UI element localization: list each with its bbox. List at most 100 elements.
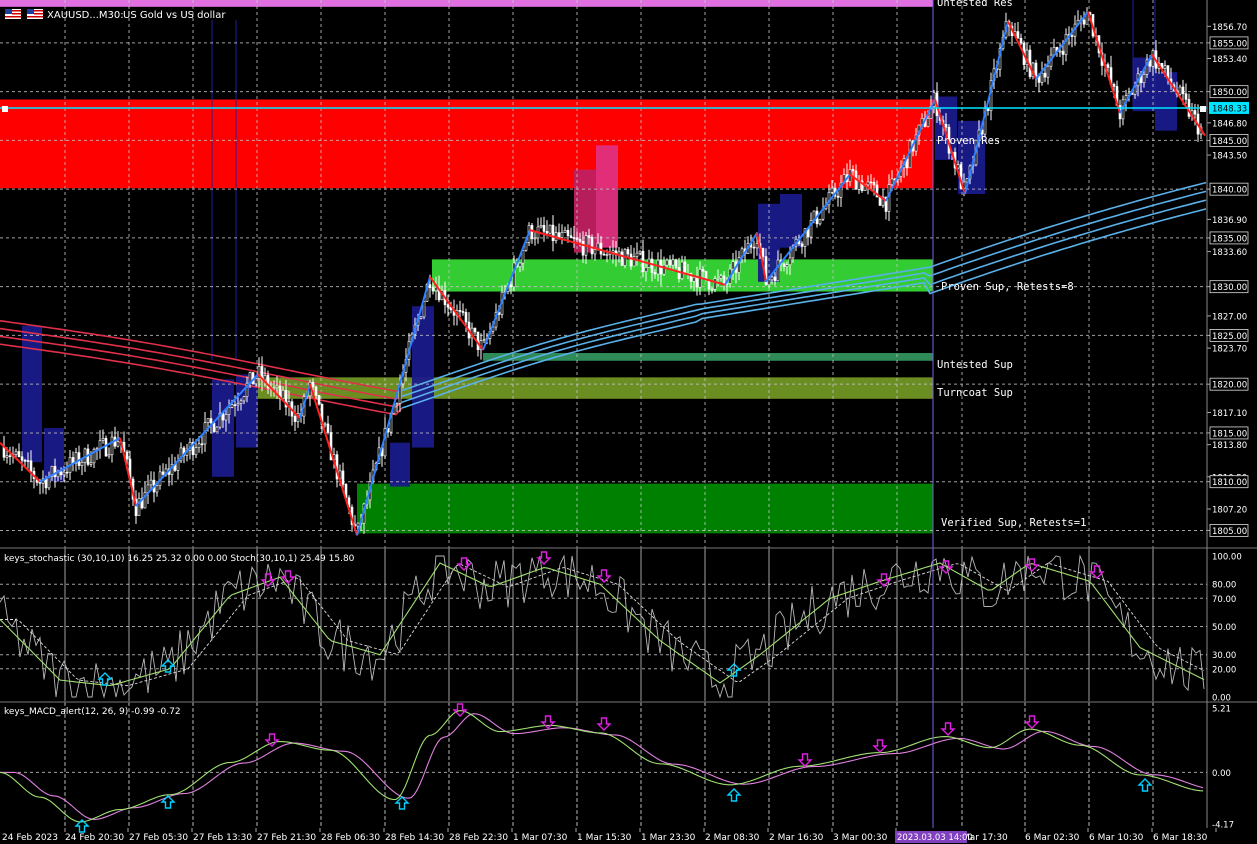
candle-body bbox=[314, 386, 318, 396]
candle-body bbox=[800, 243, 804, 247]
candle-body bbox=[650, 258, 654, 273]
price-label: 1807.20 bbox=[1212, 505, 1247, 515]
candle-body bbox=[569, 235, 573, 238]
stoch-axis-label: 0.00 bbox=[1212, 694, 1231, 704]
flag-icon-2 bbox=[27, 9, 43, 19]
flag-icon bbox=[5, 9, 21, 19]
candle-body bbox=[683, 261, 687, 275]
current-price-text: 1848.33 bbox=[1212, 104, 1247, 114]
stoch-axis-label: 20.00 bbox=[1212, 665, 1236, 675]
candle-body bbox=[80, 461, 84, 466]
candle-body bbox=[674, 259, 678, 268]
candle-body bbox=[1184, 93, 1188, 100]
candle-body bbox=[680, 261, 684, 279]
candle-body bbox=[581, 241, 585, 256]
candle-body bbox=[224, 414, 228, 421]
stoch-axis-label: 80.00 bbox=[1212, 581, 1236, 591]
price-label: 1833.60 bbox=[1212, 248, 1247, 258]
price-label: 1835.00 bbox=[1212, 234, 1247, 244]
candle-body bbox=[395, 403, 399, 406]
candle-body bbox=[233, 404, 237, 407]
macd-axis-label: 5.21 bbox=[1212, 705, 1231, 715]
candle-body bbox=[1046, 65, 1050, 78]
macd-axis-label: -4.17 bbox=[1212, 821, 1234, 831]
price-label: 1845.00 bbox=[1212, 137, 1247, 147]
candle-body bbox=[311, 381, 315, 388]
zone-1 bbox=[0, 99, 933, 189]
candle-body bbox=[788, 257, 792, 266]
candle-body bbox=[1061, 50, 1065, 55]
candle-body bbox=[602, 253, 606, 256]
candle-body bbox=[572, 237, 576, 239]
candle-body bbox=[926, 118, 930, 127]
time-label: 27 Feb 13:30 bbox=[193, 833, 252, 843]
price-line-handle-left[interactable] bbox=[2, 106, 8, 112]
candle-body bbox=[29, 460, 33, 472]
macd-label: keys_MACD_alert(12, 26, 9) -0.99 -0.72 bbox=[4, 707, 181, 717]
price-label: 1853.40 bbox=[1212, 55, 1247, 65]
candle-body bbox=[752, 246, 756, 249]
candle-body bbox=[431, 287, 435, 292]
candle-body bbox=[227, 407, 231, 415]
price-label: 1815.00 bbox=[1212, 429, 1247, 439]
price-label: 1805.00 bbox=[1212, 527, 1247, 537]
candle-body bbox=[776, 259, 780, 282]
candle-body bbox=[1178, 86, 1182, 95]
highlight-box bbox=[1155, 72, 1177, 131]
candle-body bbox=[668, 259, 672, 266]
candle-body bbox=[1040, 72, 1044, 83]
stoch-axis-label: 50.00 bbox=[1212, 623, 1236, 633]
candle-body bbox=[23, 459, 27, 462]
trading-chart[interactable]: Untested Res Proven Res Proven Sup, Retest… bbox=[0, 0, 1257, 844]
candle-body bbox=[731, 261, 735, 270]
candle-body bbox=[38, 482, 42, 484]
price-label: 1840.00 bbox=[1212, 186, 1247, 196]
candle-body bbox=[722, 275, 726, 284]
time-label: 6 Mar 02:30 bbox=[1025, 833, 1080, 843]
candle-body bbox=[539, 225, 543, 228]
candle-body bbox=[1058, 50, 1062, 53]
candle-body bbox=[215, 426, 219, 433]
candle-body bbox=[20, 456, 24, 461]
candle-body bbox=[695, 277, 699, 288]
candle-body bbox=[1070, 35, 1074, 37]
candle-body bbox=[710, 288, 714, 291]
candle-body bbox=[473, 327, 477, 333]
stoch-label: keys_stochastic (30,10,10) 16.25 25.32 0… bbox=[4, 554, 355, 564]
candle-body bbox=[626, 249, 630, 255]
candle-body bbox=[548, 224, 552, 234]
candle-body bbox=[770, 276, 774, 281]
price-label: 1846.80 bbox=[1212, 119, 1247, 129]
candle-body bbox=[65, 471, 69, 474]
candle-body bbox=[773, 276, 777, 282]
zone-label: Untested Sup bbox=[937, 359, 1013, 371]
candle-body bbox=[872, 181, 876, 186]
candle-body bbox=[605, 254, 609, 256]
candle-body bbox=[713, 278, 717, 290]
price-label: 1825.00 bbox=[1212, 332, 1247, 342]
candle-body bbox=[89, 462, 93, 465]
candle-body bbox=[482, 339, 486, 341]
candle-body bbox=[44, 478, 48, 489]
price-label: 1856.70 bbox=[1212, 23, 1247, 33]
candle-body bbox=[458, 310, 462, 312]
candle-body bbox=[1193, 110, 1197, 115]
candle-body bbox=[533, 237, 537, 240]
candle-body bbox=[293, 415, 297, 422]
highlight-box bbox=[390, 442, 410, 487]
candle-body bbox=[230, 404, 234, 408]
zone-label: Untested Res bbox=[937, 0, 1013, 9]
candle-body bbox=[1019, 38, 1023, 44]
candle-body bbox=[890, 178, 894, 185]
candle-body bbox=[5, 455, 9, 458]
zone-0 bbox=[0, 0, 933, 7]
candle-body bbox=[620, 251, 624, 266]
price-line-handle-right[interactable] bbox=[1200, 106, 1206, 112]
candle-body bbox=[125, 451, 129, 460]
candle-body bbox=[671, 259, 675, 266]
price-label: 1827.00 bbox=[1212, 312, 1247, 322]
candle-body bbox=[590, 236, 594, 255]
candle-body bbox=[236, 403, 240, 406]
time-highlight-label: 2023.03.03 14:00 bbox=[897, 833, 973, 843]
candle-body bbox=[719, 275, 723, 279]
